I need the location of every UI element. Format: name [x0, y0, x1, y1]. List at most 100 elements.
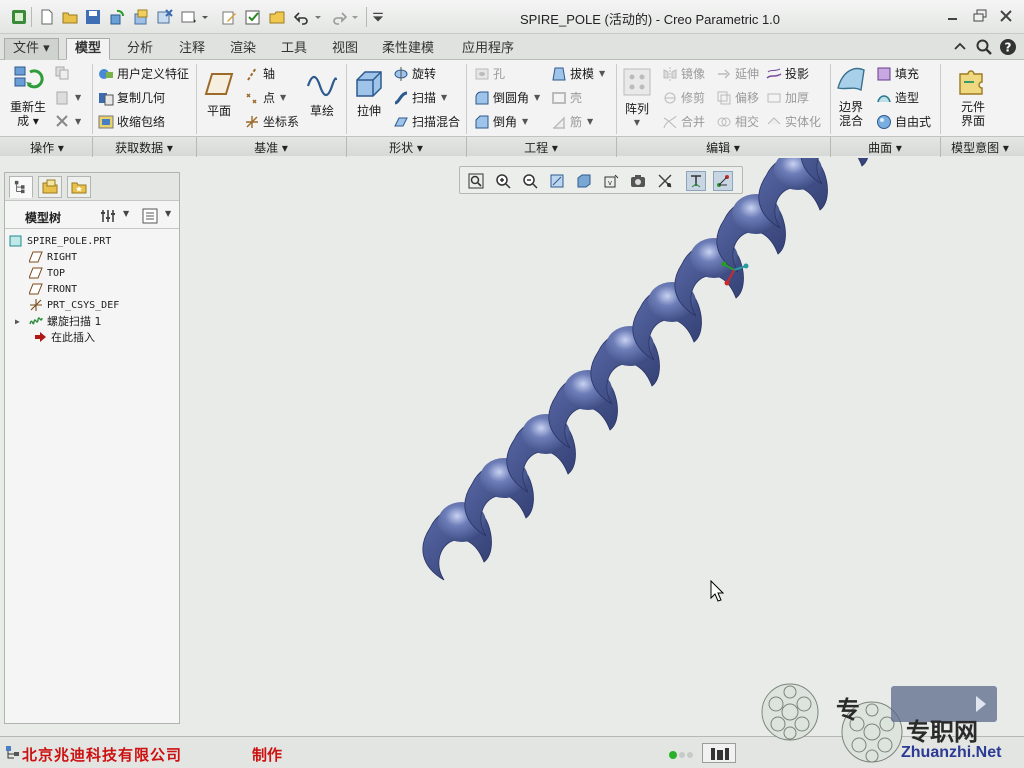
view-manager-icon[interactable] [628, 171, 648, 191]
regenerate-icon[interactable] [108, 8, 126, 26]
shell-button[interactable]: 壳 [551, 89, 582, 106]
selection-filter-button[interactable] [702, 743, 736, 763]
extend-button[interactable]: 延伸 [716, 65, 759, 82]
thicken-button[interactable]: 加厚 [766, 89, 809, 106]
tab-tools[interactable]: 工具 [272, 38, 316, 60]
chevron-down-icon[interactable] [313, 8, 323, 26]
app-icon[interactable] [10, 8, 28, 26]
open-icon[interactable] [61, 8, 79, 26]
new-icon[interactable] [38, 8, 56, 26]
delete-button[interactable]: ▼ [54, 113, 81, 129]
tree-item-right[interactable]: RIGHT [28, 249, 77, 265]
spiral-pole-model[interactable] [186, 106, 1020, 734]
save-icon[interactable] [84, 8, 102, 26]
navigator-toggle-icon[interactable] [5, 745, 21, 761]
tab-analysis[interactable]: 分析 [118, 38, 162, 60]
project-button[interactable]: 投影 [766, 65, 809, 82]
boundary-blend-button[interactable]: 边界 混合 [834, 64, 868, 128]
search-icon[interactable] [975, 38, 993, 56]
show-icon[interactable] [141, 207, 159, 225]
group-shapes[interactable]: 形状 ▾ [348, 139, 464, 156]
chevron-down-icon[interactable]: ▼ [165, 209, 171, 218]
tree-item-front[interactable]: FRONT [28, 281, 77, 297]
tree-item-top[interactable]: TOP [28, 265, 65, 281]
hole-button[interactable]: 孔 [474, 65, 505, 82]
tree-item-insert-here[interactable]: 在此插入 [33, 329, 95, 345]
tab-annotate[interactable]: 注释 [170, 38, 214, 60]
round-button[interactable]: 倒圆角 ▼ [474, 89, 540, 106]
windows-menu-icon[interactable] [180, 8, 198, 26]
favorites-tab[interactable] [67, 176, 91, 198]
copy-geometry-button[interactable]: 复制几何 [98, 89, 165, 106]
collapse-ribbon-icon[interactable] [951, 38, 969, 56]
graphics-window[interactable] [186, 106, 1020, 734]
mirror-button[interactable]: 镜像 [662, 65, 705, 82]
style-button[interactable]: 造型 [876, 89, 919, 106]
model-tree-tab[interactable] [9, 176, 33, 198]
zoom-out-icon[interactable] [520, 171, 540, 191]
expand-arrow-icon[interactable]: ▶ [15, 317, 25, 326]
user-defined-feature-button[interactable]: 用户定义特征 [98, 65, 189, 82]
sketch-button[interactable]: 草绘 [305, 68, 339, 118]
minimize-icon[interactable] [945, 9, 961, 23]
sweep-button[interactable]: 扫描 ▼ [393, 89, 447, 106]
group-editing[interactable]: 编辑 ▾ [618, 139, 828, 156]
saved-views-icon[interactable]: v [601, 171, 621, 191]
spin-center-icon[interactable] [686, 171, 706, 191]
undo-icon[interactable] [293, 8, 311, 26]
window-icon[interactable] [132, 8, 150, 26]
trim-button[interactable]: 修剪 [662, 89, 705, 106]
group-engineering[interactable]: 工程 ▾ [468, 139, 614, 156]
chevron-down-icon[interactable] [350, 8, 360, 26]
checklist-icon[interactable] [244, 8, 262, 26]
paste-button[interactable]: ▼ [54, 89, 81, 105]
redo-icon[interactable] [330, 8, 348, 26]
close-window-icon[interactable] [156, 8, 174, 26]
chevron-down-icon[interactable]: ▼ [123, 209, 129, 218]
customize-toolbar-icon[interactable] [372, 8, 384, 26]
copy-button[interactable] [54, 65, 70, 81]
tab-render[interactable]: 渲染 [221, 38, 265, 60]
edit-icon[interactable] [220, 8, 238, 26]
fill-button[interactable]: 填充 [876, 65, 919, 82]
tree-item-part[interactable]: SPIRE_POLE.PRT [9, 233, 111, 249]
tab-file[interactable]: 文件 ▾ [4, 38, 59, 60]
intersect-button[interactable]: 相交 [716, 113, 759, 130]
tab-flexible-modeling[interactable]: 柔性建模 [373, 38, 443, 60]
restore-icon[interactable] [972, 9, 988, 23]
tab-model[interactable]: 模型 [66, 38, 111, 60]
component-interface-button[interactable]: 元件 界面 [953, 64, 993, 128]
folder-icon[interactable] [268, 8, 286, 26]
group-get-data[interactable]: 获取数据 ▾ [94, 139, 194, 156]
swept-blend-button[interactable]: 扫描混合 [393, 113, 460, 130]
repaint-icon[interactable] [547, 171, 567, 191]
plane-button[interactable]: 平面 [202, 68, 236, 118]
freestyle-button[interactable]: 自由式 [876, 113, 931, 130]
merge-button[interactable]: 合并 [662, 113, 705, 130]
tab-view[interactable]: 视图 [323, 38, 367, 60]
rib-button[interactable]: 筋 ▼ [551, 113, 593, 130]
tree-settings-icon[interactable] [99, 207, 117, 225]
shrinkwrap-button[interactable]: 收缩包络 [98, 113, 165, 130]
tree-item-helical-sweep[interactable]: ▶ 螺旋扫描 1 [15, 313, 102, 329]
zoom-in-icon[interactable] [493, 171, 513, 191]
close-icon[interactable] [998, 9, 1014, 23]
display-style-icon[interactable] [574, 171, 594, 191]
regenerate-button[interactable]: 重新生 成 ▾ [8, 64, 48, 128]
group-datum[interactable]: 基准 ▾ [198, 139, 344, 156]
folder-browser-tab[interactable] [38, 176, 62, 198]
group-model-intent[interactable]: 模型意图 ▾ [940, 139, 1020, 156]
annotation-display-icon[interactable] [713, 171, 733, 191]
refit-icon[interactable] [466, 171, 486, 191]
chevron-down-icon[interactable] [200, 8, 210, 26]
revolve-button[interactable]: 旋转 [393, 65, 436, 82]
datum-display-icon[interactable] [655, 171, 675, 191]
solidify-button[interactable]: 实体化 [766, 113, 821, 130]
chamfer-button[interactable]: 倒角 ▼ [474, 113, 528, 130]
group-surfaces[interactable]: 曲面 ▾ [832, 139, 938, 156]
pattern-button[interactable]: 阵列 ▼ [620, 66, 654, 130]
offset-button[interactable]: 偏移 [716, 89, 759, 106]
tree-item-csys[interactable]: PRT_CSYS_DEF [29, 297, 119, 313]
coordinate-system-button[interactable]: 坐标系 [244, 113, 299, 130]
tab-applications[interactable]: 应用程序 [453, 38, 523, 60]
